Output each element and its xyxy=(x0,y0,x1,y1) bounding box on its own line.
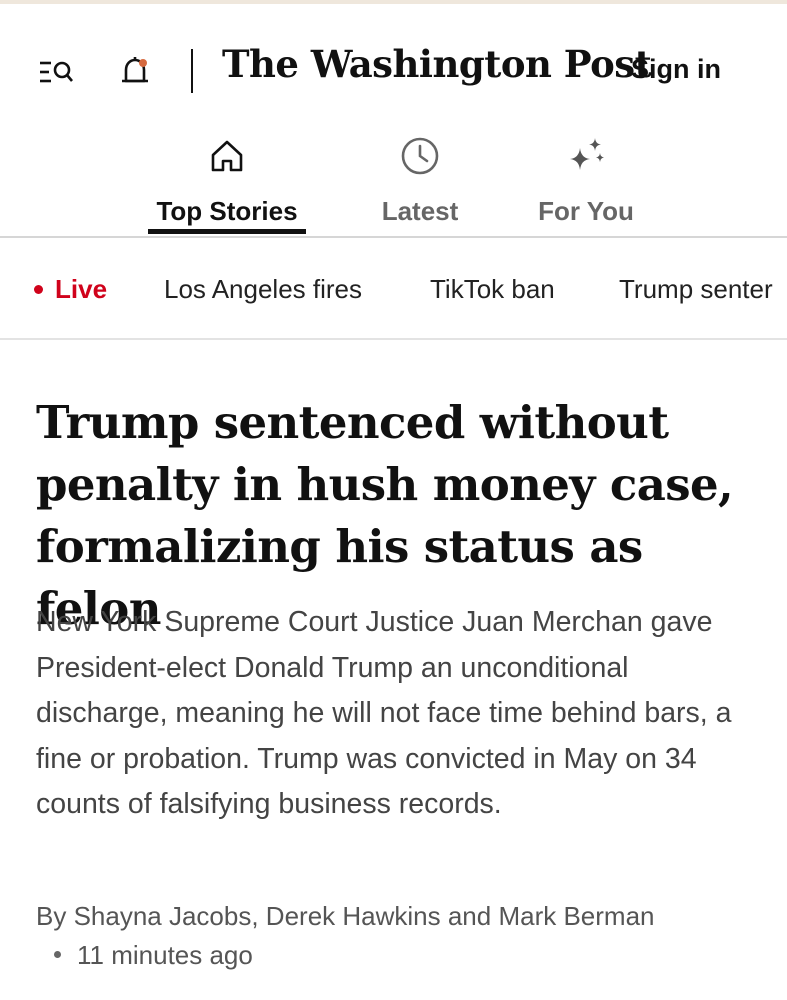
topic-los-angeles-fires[interactable]: Los Angeles fires xyxy=(164,274,362,305)
active-tab-indicator xyxy=(148,229,306,234)
tab-top-stories[interactable]: Top Stories xyxy=(148,128,306,234)
article-timestamp: 11 minutes ago xyxy=(77,940,253,970)
sparkle-icon xyxy=(570,138,604,170)
section-tabs: Top Stories Latest For You xyxy=(0,128,787,238)
notifications-button[interactable] xyxy=(115,52,155,92)
site-header: The Washington Post Sign in xyxy=(0,4,787,130)
tab-latest[interactable]: Latest xyxy=(372,128,468,227)
menu-search-button[interactable] xyxy=(36,52,76,92)
topics-divider xyxy=(0,338,787,340)
topic-tiktok-ban[interactable]: TikTok ban xyxy=(430,274,555,305)
tab-for-you[interactable]: For You xyxy=(533,128,639,227)
topic-label: Live xyxy=(55,274,108,304)
menu-search-icon xyxy=(40,61,73,83)
topic-trump-sentencing[interactable]: Trump senter xyxy=(619,274,773,305)
site-logo[interactable]: The Washington Post xyxy=(222,42,652,86)
sign-in-link[interactable]: Sign in xyxy=(631,54,721,85)
header-divider xyxy=(191,49,193,93)
bullet-separator xyxy=(54,951,61,959)
clock-icon xyxy=(401,137,439,175)
article-summary: New York Supreme Court Justice Juan Merc… xyxy=(36,606,732,820)
live-dot-icon xyxy=(34,285,43,294)
tab-label: Latest xyxy=(381,196,459,226)
article-byline: By Shayna Jacobs, Derek Hawkins and Mark… xyxy=(36,897,676,975)
topic-strip: Live Los Angeles fires TikTok ban Trump … xyxy=(0,238,787,338)
tab-label: For You xyxy=(538,196,634,226)
bell-icon xyxy=(122,57,148,83)
byline-authors[interactable]: By Shayna Jacobs, Derek Hawkins and Mark… xyxy=(36,901,655,931)
tab-label: Top Stories xyxy=(156,196,298,226)
home-icon xyxy=(211,140,243,172)
topic-live[interactable]: Live xyxy=(34,274,107,305)
